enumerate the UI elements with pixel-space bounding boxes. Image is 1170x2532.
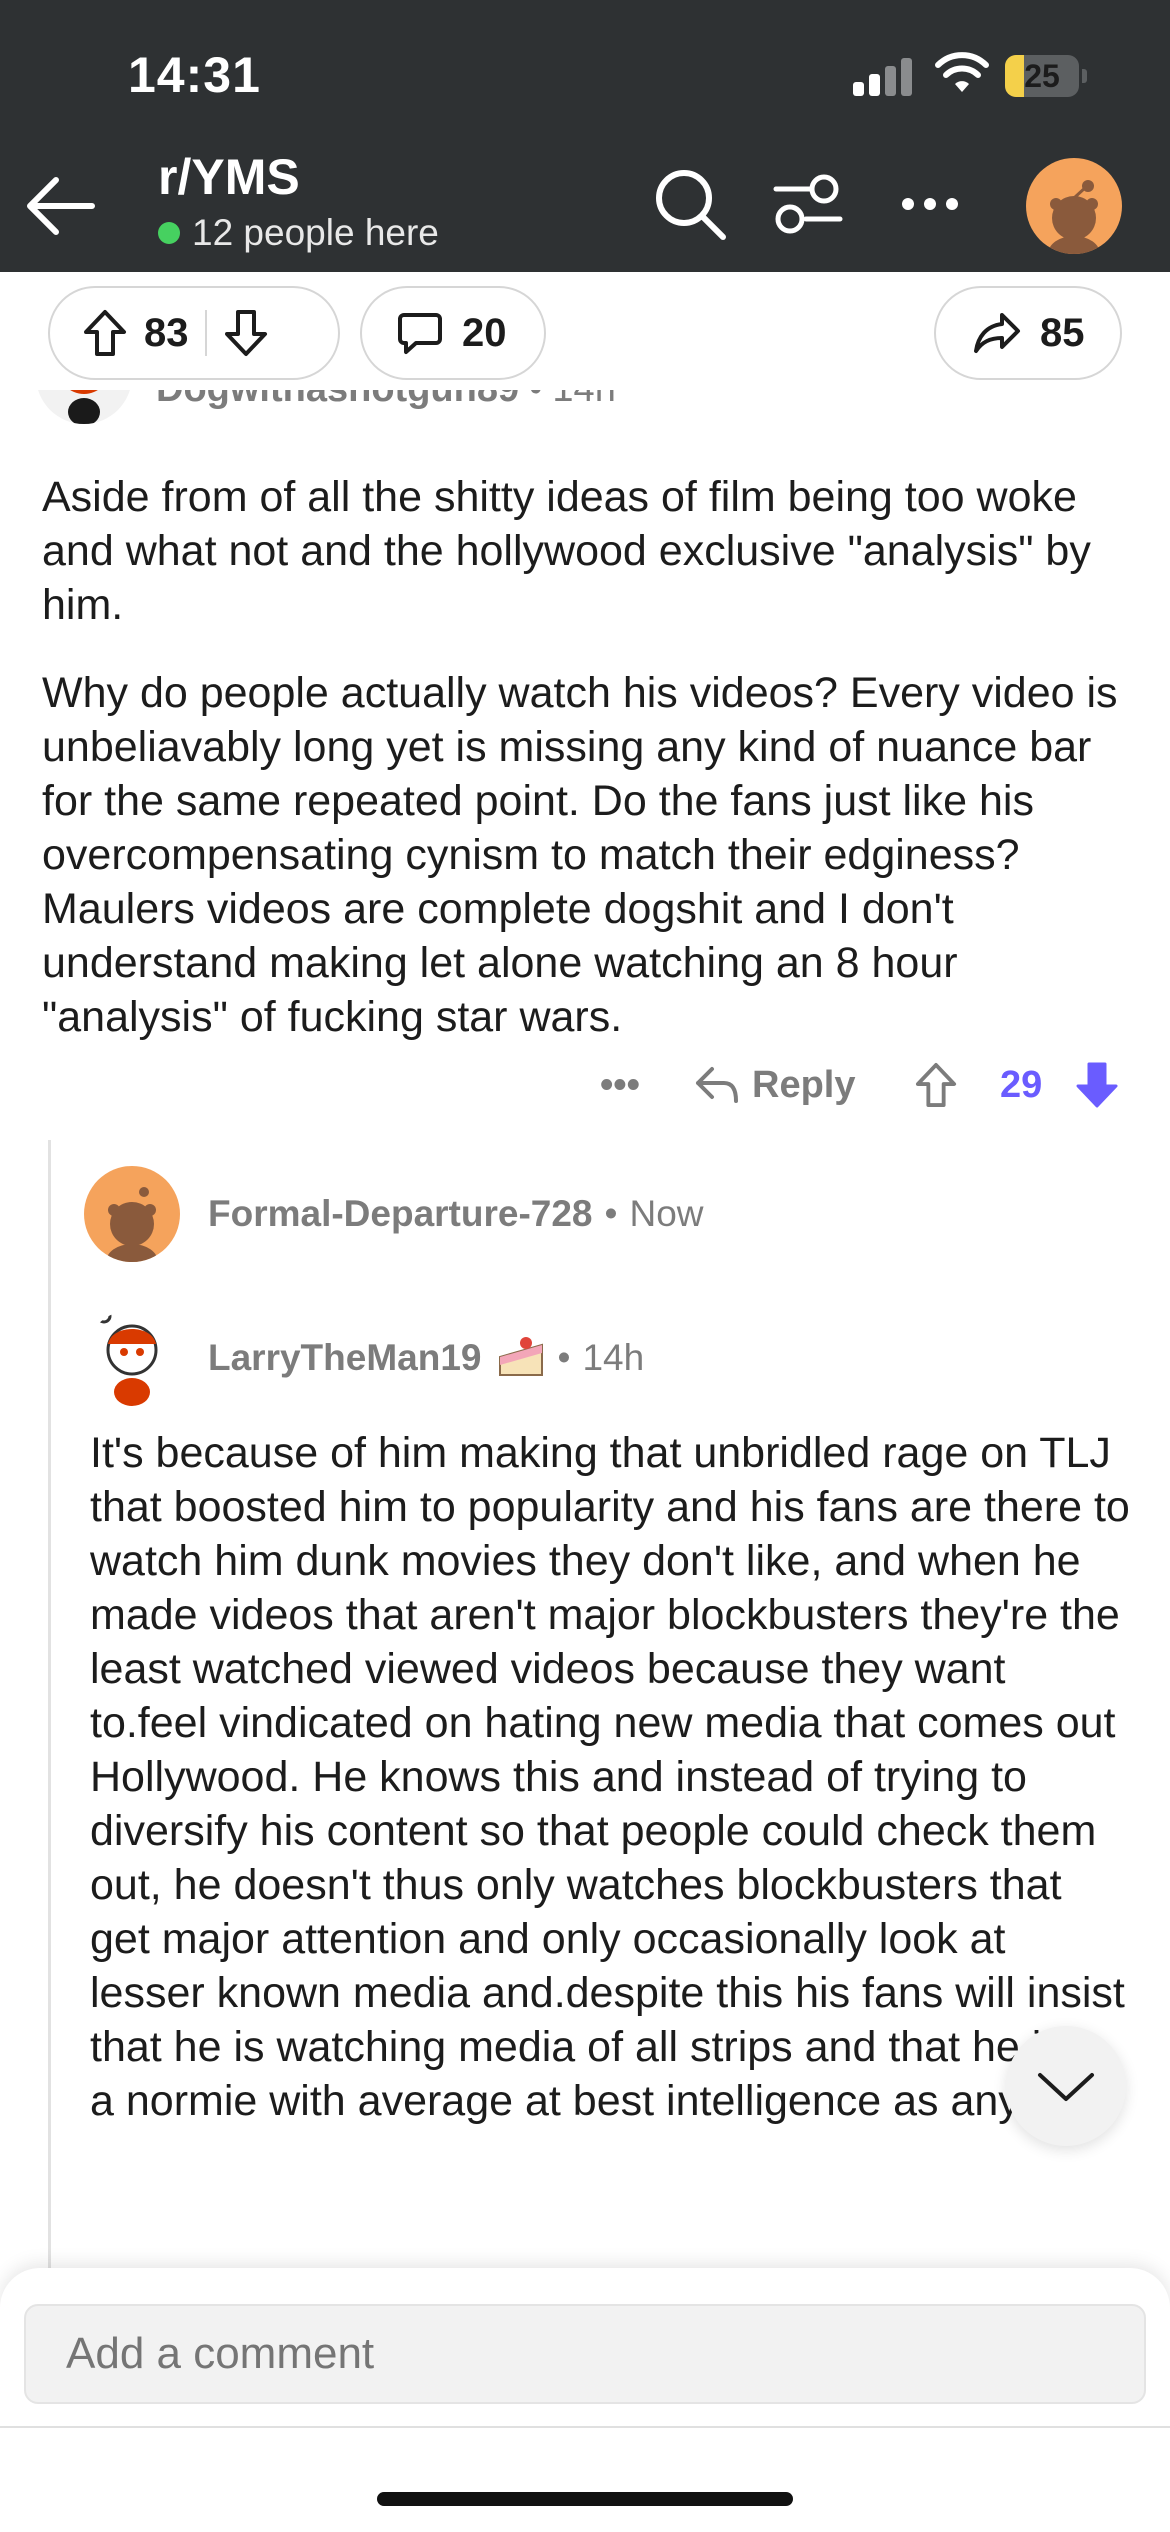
reply-paragraph: It's because of him making that unbridle… [90, 1429, 1130, 2125]
cellular-signal-icon [853, 56, 917, 96]
more-icon [902, 198, 958, 210]
subreddit-title[interactable]: r/YMS [158, 148, 300, 206]
parent-author-name[interactable]: Dogwithashotgun89 [156, 390, 519, 410]
reply-icon [696, 1067, 738, 1103]
online-dot-icon [158, 222, 180, 244]
snoo-avatar-icon [68, 390, 100, 424]
parent-comment-time: 14h [552, 390, 615, 410]
chevron-down-icon [1038, 2073, 1094, 2101]
online-text: 12 people here [192, 212, 439, 253]
upvote-icon[interactable] [82, 308, 128, 358]
parent-paragraph-2: Why do people actually watch his videos?… [42, 669, 1118, 1041]
reply-button[interactable]: Reply [694, 1050, 855, 1120]
parent-comment-actions: ••• Reply 29 [0, 1050, 1170, 1120]
divider [0, 2426, 1170, 2428]
battery-level: 25 [1024, 58, 1060, 94]
snoo-avatar-icon [96, 1310, 158, 1406]
comment-thread: Dogwithashotgun89•14h Aside from of all … [0, 390, 1170, 2270]
vote-pill: 83 [48, 286, 340, 380]
comment-icon [398, 313, 442, 354]
search-button[interactable] [648, 162, 732, 246]
back-arrow-icon[interactable] [22, 168, 98, 244]
add-comment-input[interactable] [24, 2304, 1146, 2404]
share-count: 85 [1040, 310, 1085, 355]
online-count: 12 people here [158, 212, 439, 254]
parent-paragraph-1: Aside from of all the shitty ideas of fi… [42, 473, 1091, 629]
post-action-bar: 83 20 85 [0, 272, 1170, 390]
reply-comment-header: LarryTheMan19 • 14h [84, 1310, 644, 1406]
comment-count: 20 [462, 310, 507, 355]
comment-composer [0, 2268, 1170, 2532]
upvote-count: 83 [144, 310, 189, 355]
downvote-filled-icon [1076, 1062, 1118, 1108]
more-actions-button[interactable]: ••• [600, 1050, 640, 1120]
wifi-icon [935, 52, 989, 92]
scroll-down-button[interactable] [1006, 2026, 1126, 2146]
comment-upvote-button[interactable] [914, 1050, 958, 1120]
pending-comment-time: Now [629, 1193, 704, 1234]
sort-filter-icon [773, 174, 843, 234]
parent-author-line: Dogwithashotgun89•14h [156, 390, 616, 411]
pending-author-name[interactable]: Formal-Departure-728 [208, 1193, 593, 1235]
share-button[interactable]: 85 [934, 286, 1122, 380]
reply-author-avatar[interactable] [84, 1310, 180, 1406]
comment-downvote-button[interactable] [1074, 1050, 1120, 1120]
snoo-avatar-icon [106, 1187, 158, 1262]
reply-comment-time: 14h [582, 1337, 645, 1378]
parent-comment-body: Aside from of all the shitty ideas of fi… [42, 470, 1142, 1078]
pending-comment-header: Formal-Departure-728 • Now [84, 1166, 704, 1262]
search-icon [656, 170, 726, 240]
status-time: 14:31 [128, 47, 261, 103]
snoo-avatar-icon [1048, 180, 1100, 254]
comments-button[interactable]: 20 [360, 286, 546, 380]
reply-label: Reply [752, 1063, 856, 1106]
thread-line [48, 1140, 51, 2270]
parent-author-avatar[interactable] [36, 390, 132, 424]
upvote-icon [915, 1063, 957, 1107]
share-icon [974, 313, 1020, 353]
user-avatar[interactable] [1026, 158, 1122, 254]
pending-author-avatar[interactable] [84, 1166, 180, 1262]
home-indicator[interactable] [377, 2492, 793, 2506]
app-header: 14:31 25 r/YMS 12 people here [0, 0, 1170, 272]
reply-comment-body: It's because of him making that unbridle… [90, 1426, 1130, 2162]
sort-filter-button[interactable] [766, 162, 850, 246]
downvote-icon[interactable] [223, 308, 269, 358]
battery-indicator: 25 [1005, 55, 1087, 97]
comment-vote-count: 29 [1000, 1063, 1043, 1106]
cake-day-icon [498, 1337, 543, 1376]
more-options-button[interactable] [888, 162, 972, 246]
reply-author-name[interactable]: LarryTheMan19 [208, 1337, 482, 1379]
